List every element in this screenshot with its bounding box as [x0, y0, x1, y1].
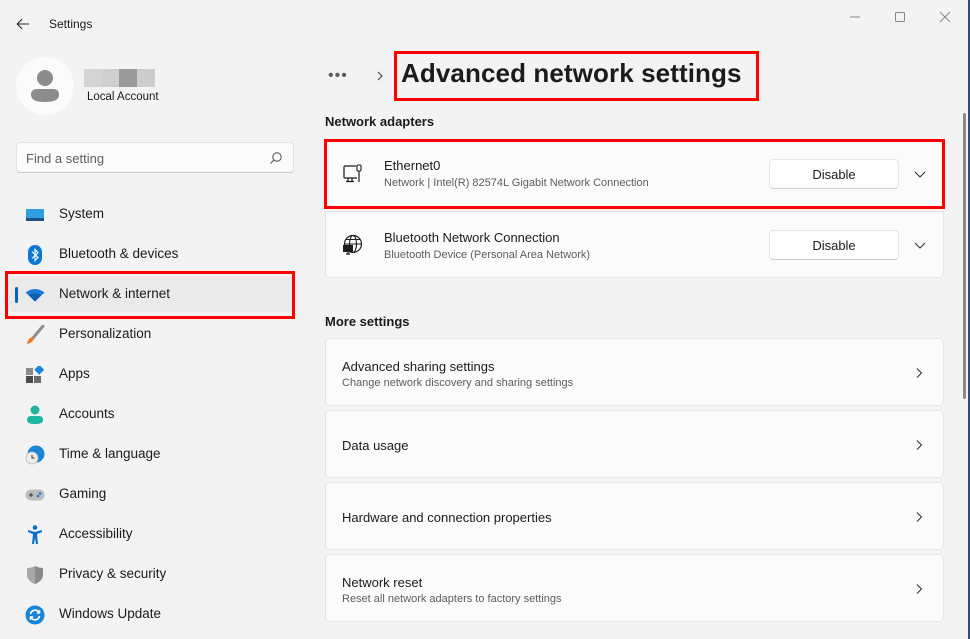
- page-title: Advanced network settings: [401, 58, 742, 88]
- sidebar-item-label: Accessibility: [59, 526, 133, 541]
- shield-icon: [25, 565, 45, 585]
- setting-advanced-sharing[interactable]: Advanced sharing settings Change network…: [325, 338, 944, 406]
- sidebar-item-personalization[interactable]: Personalization: [8, 316, 294, 352]
- setting-title: Network reset: [342, 575, 423, 590]
- search-icon[interactable]: [269, 151, 283, 165]
- brush-icon: [25, 325, 45, 345]
- sidebar-item-apps[interactable]: Apps: [8, 356, 294, 392]
- globe-network-icon: [343, 234, 363, 255]
- chevron-right-icon: [916, 584, 923, 594]
- setting-data-usage[interactable]: Data usage: [325, 410, 944, 478]
- sidebar-item-label: Bluetooth & devices: [59, 246, 179, 261]
- account-type: Local Account: [87, 91, 159, 103]
- adapter-card-ethernet0[interactable]: Ethernet0 Network | Intel(R) 82574L Giga…: [325, 141, 944, 207]
- sidebar-item-label: Accounts: [59, 406, 115, 421]
- adapter-card-bluetooth-network[interactable]: Bluetooth Network Connection Bluetooth D…: [325, 211, 944, 278]
- title-bar: Settings: [0, 0, 970, 48]
- avatar[interactable]: [16, 57, 74, 115]
- minimize-button[interactable]: [832, 4, 878, 30]
- update-icon: [25, 605, 45, 625]
- sidebar-item-label: System: [59, 206, 105, 221]
- user-name-redacted: [84, 69, 155, 87]
- sidebar-item-label: Personalization: [59, 326, 152, 341]
- setting-title: Hardware and connection properties: [342, 510, 552, 525]
- ethernet-icon: [343, 164, 362, 183]
- active-indicator: [15, 287, 18, 303]
- sidebar-item-bluetooth-devices[interactable]: Bluetooth & devices: [8, 236, 294, 272]
- sidebar-item-system[interactable]: System: [8, 196, 294, 232]
- redaction-block: [119, 69, 137, 87]
- sidebar-item-accessibility[interactable]: Accessibility: [8, 516, 294, 552]
- adapter-name: Bluetooth Network Connection: [384, 230, 560, 245]
- breadcrumb-more-button[interactable]: •••: [328, 67, 356, 85]
- redaction-block: [102, 69, 119, 87]
- sidebar-item-time-language[interactable]: Time & language: [8, 436, 294, 472]
- sidebar-item-label: Gaming: [59, 486, 107, 501]
- sidebar-item-label: Windows Update: [59, 606, 162, 621]
- sidebar-item-network-internet[interactable]: Network & internet: [8, 276, 294, 312]
- accessibility-icon: [25, 525, 45, 545]
- sidebar-item-windows-update[interactable]: Windows Update: [8, 596, 294, 632]
- accounts-icon: [25, 405, 45, 425]
- setting-subtitle: Change network discovery and sharing set…: [342, 377, 574, 389]
- apps-icon: [25, 365, 45, 385]
- sidebar-item-accounts[interactable]: Accounts: [8, 396, 294, 432]
- wifi-icon: [25, 285, 45, 305]
- chevron-right-icon: [916, 440, 923, 450]
- section-heading-more-settings: More settings: [325, 314, 410, 329]
- back-button[interactable]: [10, 12, 36, 36]
- adapter-detail: Network | Intel(R) 82574L Gigabit Networ…: [384, 177, 649, 189]
- breadcrumb: •••: [328, 58, 386, 94]
- system-icon: [25, 205, 45, 225]
- adapter-name: Ethernet0: [384, 158, 441, 173]
- disable-button[interactable]: Disable: [769, 159, 899, 189]
- sidebar-item-label: Network & internet: [59, 286, 171, 301]
- setting-title: Data usage: [342, 438, 409, 453]
- close-icon: [939, 11, 951, 23]
- time-language-icon: [25, 445, 45, 465]
- sidebar-item-privacy-security[interactable]: Privacy & security: [8, 556, 294, 592]
- person-icon: [31, 70, 59, 102]
- setting-subtitle: Reset all network adapters to factory se…: [342, 593, 562, 605]
- gamepad-icon: [25, 485, 45, 505]
- chevron-down-icon[interactable]: [913, 167, 927, 181]
- sidebar-item-gaming[interactable]: Gaming: [8, 476, 294, 512]
- chevron-down-icon[interactable]: [913, 238, 927, 252]
- minimize-icon: [850, 16, 860, 18]
- search-input[interactable]: [26, 149, 256, 167]
- maximize-button[interactable]: [877, 4, 923, 30]
- redaction-block: [84, 69, 102, 87]
- adapter-detail: Bluetooth Device (Personal Area Network): [384, 249, 591, 261]
- maximize-icon: [895, 12, 905, 22]
- chevron-right-icon: [377, 71, 383, 81]
- chevron-right-icon: [916, 512, 923, 522]
- scrollbar-thumb[interactable]: [963, 113, 966, 399]
- chevron-right-icon: [916, 368, 923, 378]
- search-box[interactable]: [16, 142, 294, 173]
- section-heading-network-adapters: Network adapters: [325, 114, 435, 129]
- sidebar-item-label: Apps: [59, 366, 90, 381]
- disable-button[interactable]: Disable: [769, 230, 899, 260]
- sidebar-item-label: Time & language: [59, 446, 161, 461]
- back-arrow-icon: [16, 18, 29, 30]
- setting-network-reset[interactable]: Network reset Reset all network adapters…: [325, 554, 944, 622]
- redaction-block: [137, 69, 155, 87]
- bluetooth-icon: [25, 245, 45, 265]
- setting-title: Advanced sharing settings: [342, 359, 495, 374]
- settings-window: Settings Local Account Find a setting Sy…: [0, 0, 970, 639]
- close-button[interactable]: [922, 4, 968, 30]
- sidebar-item-label: Privacy & security: [59, 566, 167, 581]
- app-title: Settings: [49, 17, 93, 31]
- setting-hardware-connection-properties[interactable]: Hardware and connection properties: [325, 482, 944, 550]
